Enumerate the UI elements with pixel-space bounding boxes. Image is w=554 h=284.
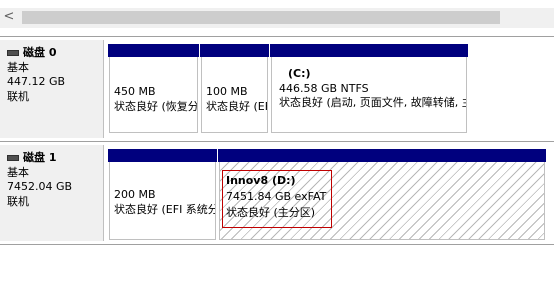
- partition-size: 7451.84 GB exFAT: [226, 190, 327, 203]
- partition-recovery[interactable]: 450 MB 状态良好 (恢复分: [108, 44, 199, 134]
- partition-efi[interactable]: 100 MB 状态良好 (EFI: [200, 44, 269, 134]
- partition-status: 状态良好 (EFI 系统分区): [114, 202, 215, 216]
- partition-size: 446.58 GB NTFS: [279, 81, 369, 95]
- disk-icon: [7, 155, 19, 162]
- partition-size: 200 MB: [114, 188, 156, 201]
- divider: [0, 244, 554, 245]
- disk-size: 7452.04 GB: [7, 180, 73, 193]
- partition-c[interactable]: (C:) 446.58 GB NTFS 状态良好 (启动, 页面文件, 故障转储…: [270, 44, 468, 134]
- partition-bar: [108, 149, 217, 162]
- horizontal-scrollbar[interactable]: <: [0, 8, 554, 28]
- partition-bar: [108, 44, 199, 57]
- disk-1-label[interactable]: 磁盘 1 基本 7452.04 GB 联机: [0, 145, 104, 241]
- disk-0-label[interactable]: 磁盘 0 基本 447.12 GB 联机: [0, 40, 104, 138]
- partition-bar: [218, 149, 546, 162]
- partition-bar: [270, 44, 468, 57]
- partition-status: 状态良好 (启动, 页面文件, 故障转储, 主分区): [279, 96, 466, 109]
- partition-d[interactable]: Innov8 (D:) 7451.84 GB exFAT 状态良好 (主分区): [218, 149, 546, 241]
- partition-name: (C:): [288, 67, 311, 80]
- divider: [0, 36, 554, 37]
- partition-size: 100 MB: [206, 85, 248, 98]
- partition-efi-system[interactable]: 200 MB 状态良好 (EFI 系统分区): [108, 149, 217, 241]
- partition-status: 状态良好 (主分区): [226, 206, 316, 219]
- disk-title: 磁盘 0: [23, 46, 57, 59]
- disk-0-row: 磁盘 0 基本 447.12 GB 联机 450 MB 状态良好 (恢复分 10…: [0, 40, 554, 138]
- disk-status: 联机: [7, 89, 29, 103]
- disk-1-row: 磁盘 1 基本 7452.04 GB 联机 200 MB 状态良好 (EFI 系…: [0, 145, 554, 241]
- disk-title: 磁盘 1: [23, 151, 57, 164]
- disk-icon: [7, 50, 19, 57]
- disk-type: 基本: [7, 60, 29, 74]
- scroll-left-arrow-icon[interactable]: <: [2, 10, 16, 24]
- disk-type: 基本: [7, 165, 29, 179]
- selected-partition-outline[interactable]: Innov8 (D:) 7451.84 GB exFAT 状态良好 (主分区): [222, 170, 332, 228]
- partition-size: 450 MB: [114, 85, 156, 98]
- partition-status: 状态良好 (EFI: [206, 99, 268, 113]
- disk-size: 447.12 GB: [7, 75, 66, 88]
- disk-status: 联机: [7, 194, 29, 208]
- partition-status: 状态良好 (恢复分: [114, 99, 198, 113]
- partition-name: Innov8 (D:): [226, 174, 296, 187]
- partition-bar: [200, 44, 269, 57]
- divider: [0, 141, 554, 142]
- scrollbar-thumb[interactable]: [22, 11, 500, 24]
